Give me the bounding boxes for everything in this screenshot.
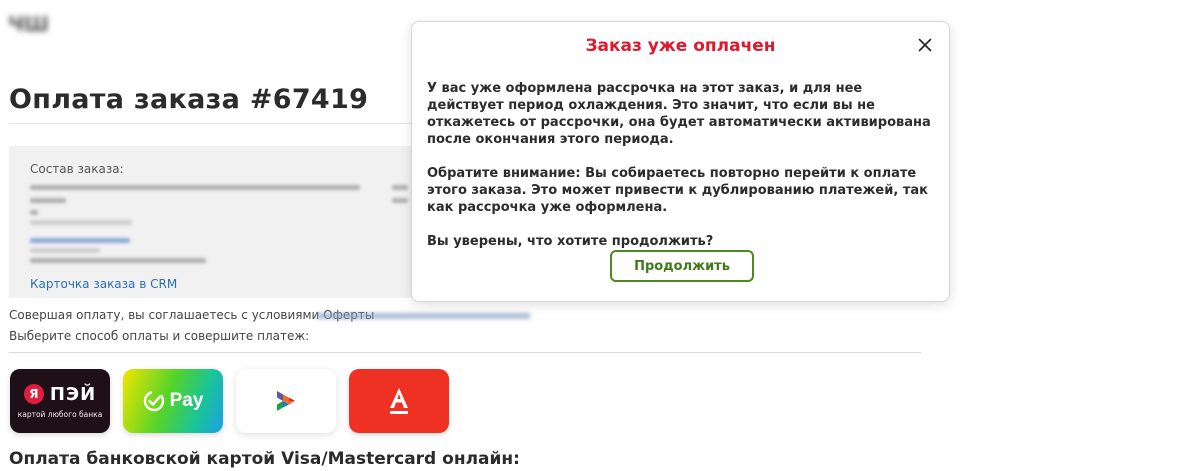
- sbp-pay-button[interactable]: [236, 369, 336, 433]
- redacted-order-price: [392, 198, 408, 203]
- dialog-body: У вас уже оформлена рассрочка на этот за…: [427, 80, 939, 267]
- yandex-pay-button[interactable]: Я ПЭЙ картой любого банка: [10, 369, 110, 433]
- redacted-order-link[interactable]: [30, 238, 130, 243]
- already-paid-dialog: Заказ уже оплачен У вас уже оформлена ра…: [411, 21, 950, 302]
- alfa-bank-button[interactable]: [349, 369, 449, 433]
- close-icon[interactable]: [915, 35, 935, 55]
- continue-button[interactable]: Продолжить: [610, 250, 754, 282]
- dialog-title: Заказ уже оплачен: [585, 36, 776, 56]
- choose-payment-text: Выберите способ оплаты и совершите плате…: [9, 329, 310, 343]
- sber-pay-name: Pay: [169, 390, 204, 411]
- alfa-bank-logo-icon: [390, 388, 408, 414]
- check-circle-icon: [143, 390, 164, 412]
- redacted-order-line: [30, 198, 66, 203]
- yandex-logo-icon: Я: [23, 384, 44, 404]
- payment-divider: [9, 352, 921, 353]
- yandex-pay-subtitle: картой любого банка: [17, 409, 103, 419]
- card-payment-heading: Оплата банковской картой Visa/Mastercard…: [9, 449, 520, 469]
- site-logo[interactable]: ЧШ: [8, 12, 56, 38]
- dialog-paragraph-installment: У вас уже оформлена рассрочка на этот за…: [427, 81, 931, 147]
- redacted-offer-link[interactable]: [316, 313, 530, 319]
- crm-card-link[interactable]: Карточка заказа в CRM: [30, 277, 177, 291]
- sber-pay-button[interactable]: Pay: [123, 369, 223, 433]
- yandex-pay-name: ПЭЙ: [49, 383, 97, 405]
- redacted-order-line: [30, 258, 206, 263]
- sbp-logo-icon: [277, 391, 295, 411]
- page-title: Оплата заказа #67419: [9, 84, 369, 115]
- redacted-order-line: [30, 210, 38, 215]
- redacted-order-line: [30, 220, 132, 225]
- dialog-paragraph-warning: Обратите внимание: Вы собираетесь повтор…: [427, 166, 928, 215]
- redacted-order-price: [392, 185, 408, 190]
- redacted-order-line: [30, 248, 100, 253]
- dialog-paragraph-confirm: Вы уверены, что хотите продолжить?: [427, 234, 714, 249]
- order-composition-label: Состав заказа:: [30, 162, 124, 176]
- redacted-order-line: [30, 185, 360, 190]
